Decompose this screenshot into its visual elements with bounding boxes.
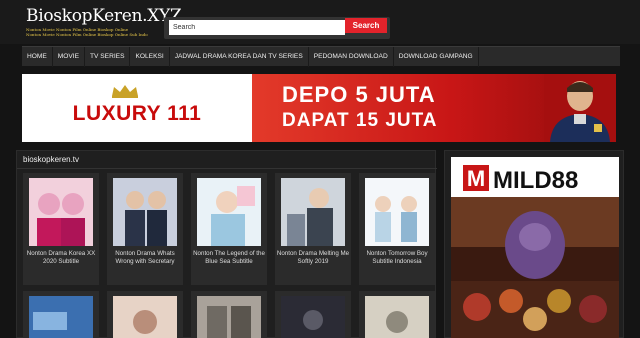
promo-banner[interactable]: LUXURY 111 DEPO 5 JUTA DAPAT 15 JUTA	[22, 74, 616, 142]
movie-card[interactable]: Nonton Drama Melting Me Softly 2019	[275, 173, 351, 285]
logo-title[interactable]: BioskopKeren.XYZ	[26, 6, 182, 26]
latest-movies-section: bioskopkeren.tv Nonton Drama Korea XX 20…	[16, 150, 437, 338]
search-input[interactable]	[169, 20, 345, 35]
movie-card[interactable]	[359, 291, 435, 338]
nav-item-koleksi[interactable]: KOLEKSI	[130, 46, 170, 67]
section-divider	[17, 168, 437, 169]
search-button[interactable]: Search	[345, 18, 387, 33]
movie-poster-image[interactable]	[113, 296, 177, 338]
movie-poster-image[interactable]	[113, 178, 177, 246]
banner-subheadline: DAPAT 15 JUTA	[282, 110, 438, 131]
movie-poster-image[interactable]	[365, 296, 429, 338]
movie-poster-image[interactable]	[281, 296, 345, 338]
banner-offer-area: DEPO 5 JUTA DAPAT 15 JUTA	[252, 74, 616, 142]
movie-poster-image[interactable]	[197, 178, 261, 246]
movie-card[interactable]	[191, 291, 267, 338]
movie-poster-image[interactable]	[29, 296, 93, 338]
search-form: Search	[164, 17, 390, 39]
movie-title[interactable]: Nonton Drama Korea XX 2020 Subtitle	[24, 250, 98, 266]
movie-card[interactable]	[23, 291, 99, 338]
nav-item-pedoman[interactable]: PEDOMAN DOWNLOAD	[309, 46, 394, 67]
logo-tagline-secondary: Nonton Movie Nonton Film Online Bioskop …	[26, 32, 148, 37]
movie-card[interactable]: Nonton Tomorrow Boy Subtitle Indonesia	[359, 173, 435, 285]
movie-card[interactable]	[275, 291, 351, 338]
ad-artwork	[451, 197, 619, 338]
movie-poster-image[interactable]	[29, 178, 93, 246]
nav-item-movie[interactable]: MOVIE	[53, 46, 86, 67]
nav-item-download[interactable]: DOWNLOAD GAMPANG	[394, 46, 479, 67]
movie-poster-image[interactable]	[197, 296, 261, 338]
movie-title[interactable]: Nonton Tomorrow Boy Subtitle Indonesia	[360, 250, 434, 266]
movie-card[interactable]	[107, 291, 183, 338]
site-logo[interactable]: BioskopKeren.XYZ Nonton Movie Nonton Fil…	[26, 6, 182, 37]
sidebar: M MILD88	[444, 150, 624, 338]
crown-icon	[112, 85, 138, 98]
banner-person-image	[544, 74, 616, 142]
section-title: bioskopkeren.tv	[23, 155, 80, 164]
svg-text:M: M	[467, 166, 485, 191]
banner-logo-area: LUXURY 111	[22, 74, 252, 142]
banner-headline: DEPO 5 JUTA	[282, 82, 436, 107]
site-header: BioskopKeren.XYZ Nonton Movie Nonton Fil…	[0, 0, 640, 44]
movie-title[interactable]: Nonton Drama Whats Wrong with Secretary	[108, 250, 182, 266]
nav-item-tv-series[interactable]: TV SERIES	[85, 46, 131, 67]
ad-brand-logo: M MILD88	[463, 165, 578, 194]
nav-item-jadwal[interactable]: JADWAL DRAMA KOREA DAN TV SERIES	[170, 46, 309, 67]
movie-card[interactable]: Nonton The Legend of the Blue Sea Subtit…	[191, 173, 267, 285]
movie-card[interactable]: Nonton Drama Whats Wrong with Secretary	[107, 173, 183, 285]
movie-poster-image[interactable]	[281, 178, 345, 246]
movie-title[interactable]: Nonton Drama Melting Me Softly 2019	[276, 250, 350, 266]
banner-brand: LUXURY 111	[72, 102, 202, 125]
main-nav: HOME MOVIE TV SERIES KOLEKSI JADWAL DRAM…	[22, 46, 620, 67]
nav-item-home[interactable]: HOME	[22, 46, 53, 67]
movie-title[interactable]: Nonton The Legend of the Blue Sea Subtit…	[192, 250, 266, 266]
ad-brand-text: MILD88	[493, 167, 578, 194]
sidebar-ad[interactable]: M MILD88	[451, 157, 619, 338]
movie-poster-image[interactable]	[365, 178, 429, 246]
movie-card[interactable]: Nonton Drama Korea XX 2020 Subtitle	[23, 173, 99, 285]
